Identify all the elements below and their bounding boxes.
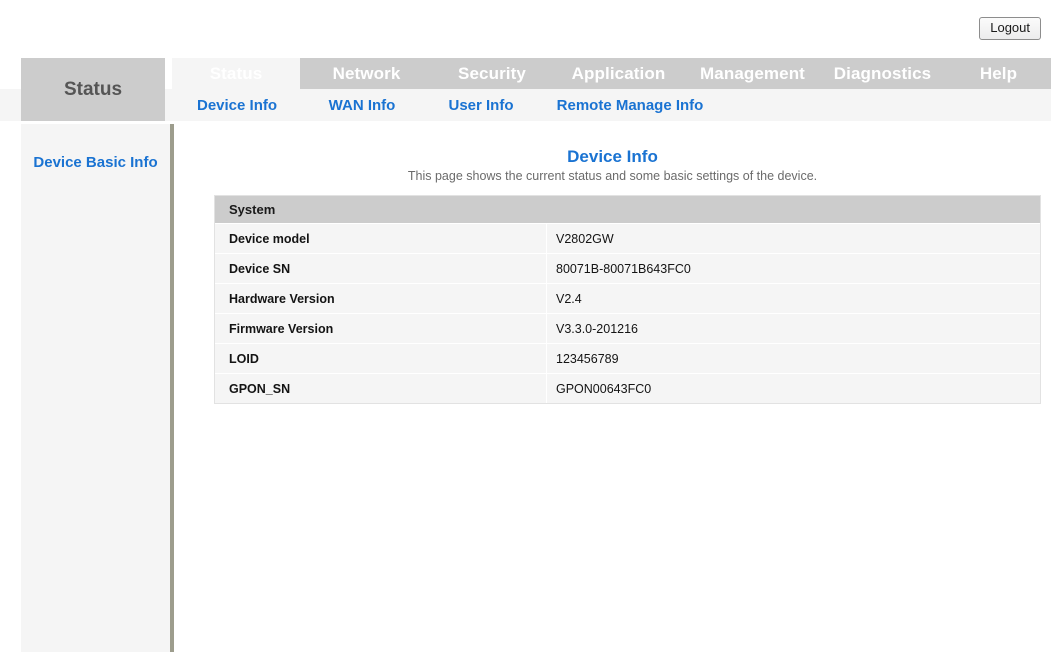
nav-tab-diagnostics[interactable]: Diagnostics [819, 58, 946, 89]
sub-nav-item-user-info[interactable]: User Info [422, 97, 540, 114]
nav-tab-application[interactable]: Application [551, 58, 686, 89]
page-title: Device Info [174, 147, 1051, 167]
table-row: Firmware VersionV3.3.0-201216 [215, 314, 1040, 343]
nav-tab-management[interactable]: Management [686, 58, 819, 89]
sub-nav-item-list: Device InfoWAN InfoUser InfoRemote Manag… [172, 89, 720, 121]
nav-tab-status[interactable]: Status [172, 58, 300, 89]
row-value: V2802GW [547, 224, 1040, 253]
sidebar-header-label: Status [64, 79, 122, 101]
row-label: Firmware Version [215, 314, 546, 343]
row-label: Device SN [215, 254, 546, 283]
router-admin-page: Logout StatusNetworkSecurityApplicationM… [0, 0, 1051, 652]
row-value: GPON00643FC0 [547, 374, 1040, 403]
sub-nav-item-device-info[interactable]: Device Info [172, 97, 302, 114]
system-info-table: System Device modelV2802GWDevice SN80071… [214, 195, 1041, 404]
nav-tab-security[interactable]: Security [433, 58, 551, 89]
row-value: V3.3.0-201216 [547, 314, 1040, 343]
row-label: LOID [215, 344, 546, 373]
sub-nav-item-wan-info[interactable]: WAN Info [302, 97, 422, 114]
table-row: GPON_SNGPON00643FC0 [215, 374, 1040, 403]
row-value: 80071B-80071B643FC0 [547, 254, 1040, 283]
table-row: Hardware VersionV2.4 [215, 284, 1040, 313]
table-body: Device modelV2802GWDevice SN80071B-80071… [215, 224, 1040, 403]
row-value: 123456789 [547, 344, 1040, 373]
logout-button[interactable]: Logout [979, 17, 1041, 40]
nav-tab-network[interactable]: Network [300, 58, 433, 89]
page-subtitle: This page shows the current status and s… [174, 169, 1051, 183]
row-value: V2.4 [547, 284, 1040, 313]
main-nav-tab-list: StatusNetworkSecurityApplicationManageme… [172, 58, 1051, 89]
main-content: Device Info This page shows the current … [174, 121, 1051, 652]
table-row: Device modelV2802GW [215, 224, 1040, 253]
sub-nav-item-remote-manage-info[interactable]: Remote Manage Info [540, 97, 720, 114]
sidebar-header: Status [21, 58, 165, 121]
nav-tab-help[interactable]: Help [946, 58, 1051, 89]
table-row: Device SN80071B-80071B643FC0 [215, 254, 1040, 283]
top-bar: Logout [0, 0, 1051, 58]
row-label: Device model [215, 224, 546, 253]
row-label: Hardware Version [215, 284, 546, 313]
table-row: LOID123456789 [215, 344, 1040, 373]
table-header-row: System [215, 196, 1040, 223]
table-header-label: System [215, 202, 275, 217]
row-label: GPON_SN [215, 374, 546, 403]
sidebar: Device Basic Info [21, 124, 170, 652]
sidebar-item-device-basic-info[interactable]: Device Basic Info [21, 154, 170, 171]
